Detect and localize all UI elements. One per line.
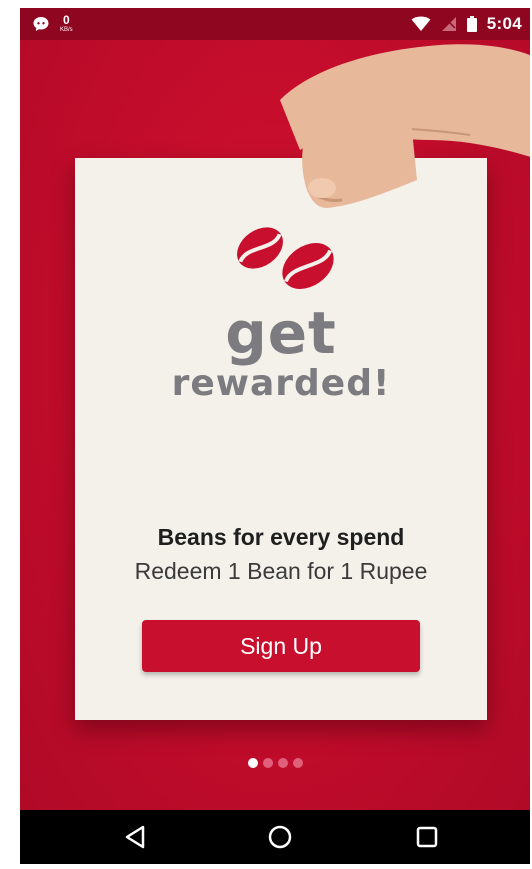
back-icon <box>125 825 145 849</box>
no-signal-icon <box>441 17 456 31</box>
recents-button[interactable] <box>412 822 442 852</box>
network-speed: 0 KB/s <box>60 14 73 33</box>
page-dot <box>292 758 303 768</box>
thumb-illustration <box>302 76 417 208</box>
card-subline: Redeem 1 Bean for 1 Rupee <box>134 558 428 584</box>
logo-text-rewarded: rewarded! <box>171 363 391 404</box>
nav-bar <box>20 810 530 864</box>
battery-icon <box>466 16 477 32</box>
network-speed-unit: KB/s <box>60 27 73 33</box>
back-button[interactable] <box>120 822 150 852</box>
onboarding-screen[interactable]: get rewarded! Beans for every spend Rede… <box>20 40 530 810</box>
chat-bubble-icon <box>33 16 49 31</box>
status-left: 0 KB/s <box>32 14 73 33</box>
network-speed-value: 0 <box>62 13 70 27</box>
home-button[interactable] <box>265 822 295 852</box>
page-indicator <box>20 758 530 768</box>
home-icon <box>268 825 292 849</box>
page-dot-active <box>247 758 258 768</box>
reward-card: get rewarded! Beans for every spend Rede… <box>75 76 487 720</box>
logo-text-get: get <box>225 299 337 367</box>
page-dot <box>277 758 288 768</box>
status-bar: 0 KB/s 5:04 <box>20 8 530 40</box>
recents-icon <box>416 826 438 848</box>
coffee-beans-icon <box>237 227 334 289</box>
status-time: 5:04 <box>486 14 522 33</box>
sign-up-button[interactable]: Sign Up <box>142 620 420 672</box>
page-dot <box>262 758 273 768</box>
wifi-icon <box>411 16 431 31</box>
status-right: 5:04 <box>411 14 522 34</box>
phone-screen: 0 KB/s 5:04 get rewarded! Beans for ever… <box>20 8 530 864</box>
card-headline: Beans for every spend <box>157 524 405 550</box>
